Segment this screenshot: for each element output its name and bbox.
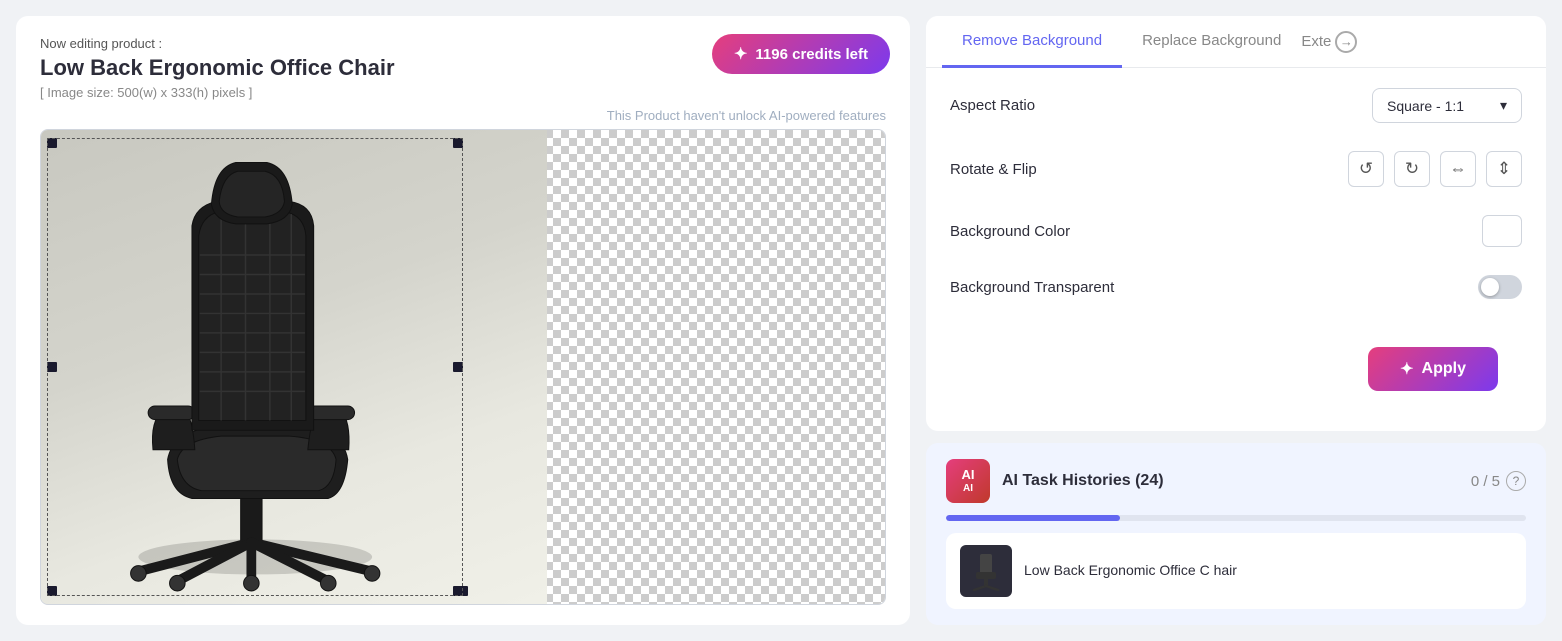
tab-extend-label: Exte bbox=[1301, 33, 1331, 50]
canvas-inner bbox=[41, 130, 885, 604]
history-item-thumbnail bbox=[960, 545, 1012, 597]
flip-horizontal-button[interactable]: ⇔ bbox=[1440, 151, 1476, 187]
history-item[interactable]: Low Back Ergonomic Office C hair bbox=[946, 533, 1526, 609]
history-count: 0 / 5 ? bbox=[1471, 471, 1526, 491]
ai-icon: AI AI bbox=[946, 459, 990, 503]
history-title: AI Task Histories (24) bbox=[1002, 472, 1164, 490]
tabs-header: Remove Background Replace Background Ext… bbox=[926, 16, 1546, 68]
ai-warning-text: This Product haven't unlock AI-powered f… bbox=[40, 108, 886, 123]
progress-bar-container bbox=[946, 515, 1526, 521]
settings-area: Aspect Ratio Square - 1:1 ▾ Rotate & Fli… bbox=[926, 68, 1546, 347]
image-size-label: [ Image size: 500(w) x 333(h) pixels ] bbox=[40, 85, 886, 100]
apply-btn-row: ✦ Apply bbox=[926, 347, 1546, 431]
apply-label: Apply bbox=[1422, 360, 1466, 378]
bg-transparent-label: Background Transparent bbox=[950, 279, 1114, 296]
handle-ml[interactable] bbox=[47, 362, 57, 372]
handle-tl[interactable] bbox=[47, 138, 57, 148]
tab-replace-background[interactable]: Replace Background bbox=[1122, 16, 1301, 68]
history-card: AI AI AI Task Histories (24) 0 / 5 ? bbox=[926, 443, 1546, 625]
rotate-flip-label: Rotate & Flip bbox=[950, 161, 1037, 178]
credits-badge[interactable]: ✦ 1196 credits left bbox=[712, 34, 890, 74]
right-panel: Remove Background Replace Background Ext… bbox=[926, 16, 1546, 625]
aspect-ratio-label: Aspect Ratio bbox=[950, 97, 1035, 114]
top-card: Remove Background Replace Background Ext… bbox=[926, 16, 1546, 431]
history-title-area: AI AI AI Task Histories (24) bbox=[946, 459, 1164, 503]
tab-extend[interactable]: Exte → bbox=[1301, 31, 1357, 53]
question-icon[interactable]: ? bbox=[1506, 471, 1526, 491]
canvas-area bbox=[40, 129, 886, 605]
flip-v-icon: ⇕ bbox=[1497, 159, 1511, 179]
aspect-ratio-row: Aspect Ratio Square - 1:1 ▾ bbox=[950, 88, 1522, 123]
credits-label: 1196 credits left bbox=[755, 46, 868, 63]
tab-remove-background[interactable]: Remove Background bbox=[942, 16, 1122, 68]
chair-photo-area bbox=[41, 130, 547, 604]
rotate-cw-button[interactable]: ↻ bbox=[1394, 151, 1430, 187]
rotate-flip-controls: ↺ ↻ ⇔ ⇕ bbox=[1348, 151, 1522, 187]
star-icon: ✦ bbox=[734, 44, 747, 64]
rotate-cw-icon: ↻ bbox=[1405, 159, 1419, 179]
bg-color-row: Background Color bbox=[950, 215, 1522, 247]
bg-transparent-row: Background Transparent bbox=[950, 275, 1522, 299]
flip-h-icon: ⇔ bbox=[1450, 159, 1467, 179]
handle-tr[interactable] bbox=[453, 138, 463, 148]
aspect-ratio-value: Square - 1:1 bbox=[1387, 98, 1464, 114]
arrow-right-icon: → bbox=[1335, 31, 1357, 53]
chair-svg bbox=[41, 130, 547, 604]
handle-br[interactable] bbox=[453, 586, 463, 596]
toggle-knob bbox=[1481, 278, 1499, 296]
aspect-ratio-dropdown[interactable]: Square - 1:1 ▾ bbox=[1372, 88, 1522, 123]
wand-icon: ✦ bbox=[1400, 359, 1413, 379]
handle-bl[interactable] bbox=[47, 586, 57, 596]
left-panel: Now editing product : Low Back Ergonomic… bbox=[16, 16, 910, 625]
handle-mr[interactable] bbox=[453, 362, 463, 372]
flip-vertical-button[interactable]: ⇕ bbox=[1486, 151, 1522, 187]
apply-button[interactable]: ✦ Apply bbox=[1368, 347, 1498, 391]
bg-color-label: Background Color bbox=[950, 223, 1070, 240]
rotate-flip-row: Rotate & Flip ↺ ↻ ⇔ ⇕ bbox=[950, 151, 1522, 187]
bg-transparent-toggle[interactable] bbox=[1478, 275, 1522, 299]
history-header: AI AI AI Task Histories (24) 0 / 5 ? bbox=[946, 459, 1526, 503]
history-count-value: 0 / 5 bbox=[1471, 473, 1500, 490]
bg-color-swatch[interactable] bbox=[1482, 215, 1522, 247]
chevron-down-icon: ▾ bbox=[1500, 97, 1507, 114]
history-item-text: Low Back Ergonomic Office C hair bbox=[1024, 561, 1237, 581]
rotate-ccw-icon: ↺ bbox=[1359, 159, 1373, 179]
progress-bar-fill bbox=[946, 515, 1120, 521]
rotate-ccw-button[interactable]: ↺ bbox=[1348, 151, 1384, 187]
